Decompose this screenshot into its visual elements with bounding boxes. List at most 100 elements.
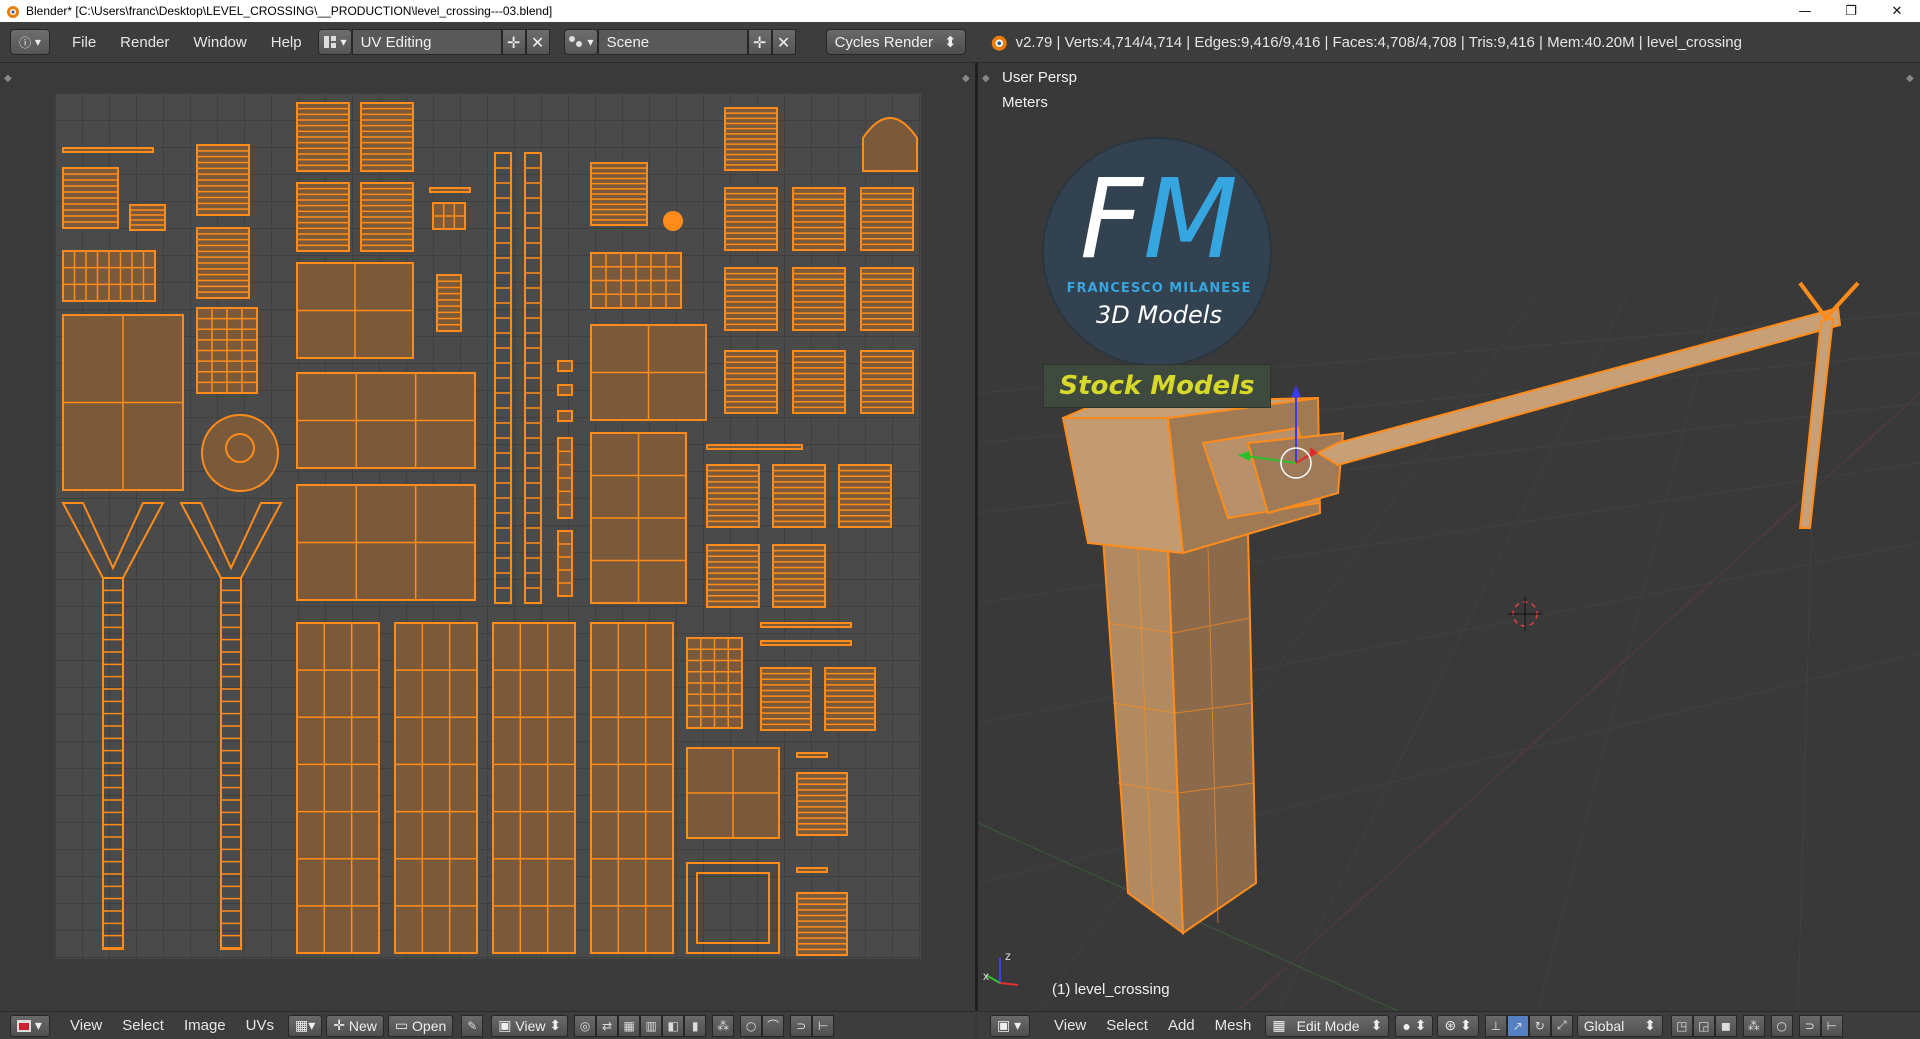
uv-menu-uvs[interactable]: UVs [236, 1017, 284, 1034]
uv-island [220, 577, 242, 949]
editor-type-uv-button[interactable]: ▾ [10, 1014, 50, 1037]
face-select-mode-icon[interactable]: ◼ [1714, 1014, 1737, 1037]
pivot-icon[interactable]: ◎ [574, 1014, 597, 1037]
uv-island [201, 414, 279, 492]
uv-island [760, 667, 812, 731]
updown-arrows-icon: ⬍ [944, 34, 957, 51]
axis-z-label: z [1005, 949, 1011, 963]
uv-canvas[interactable] [55, 93, 921, 959]
solid-shading-icon: ● [1402, 1017, 1411, 1034]
uv-island [492, 622, 576, 954]
vertex-select-mode-icon[interactable]: ◳ [1670, 1014, 1693, 1037]
rotate-manipulator-icon[interactable]: ↻ [1528, 1014, 1551, 1037]
panel-toggle-arrow-icon[interactable]: ◆ [4, 73, 12, 84]
proportional-edit-icon[interactable]: ○ [740, 1014, 763, 1037]
uv-image-editor[interactable]: ◆ ◆ [0, 63, 975, 1011]
mode-dropdown[interactable]: ▦ Edit Mode ⬍ [1265, 1014, 1390, 1037]
uv-island [696, 872, 770, 944]
render-engine-dropdown[interactable]: Cycles Render ⬍ [825, 29, 966, 55]
remove-layout-button[interactable]: ✕ [525, 29, 550, 55]
uv-island [706, 444, 803, 450]
uv-island [590, 432, 687, 604]
pin-icon[interactable]: ✎ [461, 1014, 484, 1037]
editor-type-info-button[interactable]: ⓘ ▾ [10, 29, 50, 55]
uv-island [792, 267, 846, 331]
uv-island [62, 147, 154, 153]
viewport-units: Meters [1002, 94, 1048, 111]
remove-scene-button[interactable]: ✕ [771, 29, 796, 55]
uv-islands[interactable] [55, 93, 921, 959]
uv-island [296, 262, 414, 359]
uv-island [557, 530, 573, 597]
editor-type-3d-button[interactable]: ▣ ▾ [990, 1014, 1030, 1037]
close-button[interactable]: ✕ [1874, 0, 1920, 22]
snap-icon[interactable]: ⊃ [790, 1014, 813, 1037]
viewport-shading-dropdown[interactable]: ● ⬍ [1395, 1014, 1434, 1037]
x-icon: ✕ [776, 32, 791, 52]
uv-island [838, 464, 892, 528]
barrier-arm-mesh [1315, 306, 1842, 467]
layout-name-field[interactable]: UV Editing [351, 29, 502, 55]
uv-island [796, 752, 828, 758]
scale-manipulator-icon[interactable]: ⤢ [1550, 1014, 1573, 1037]
minimize-button[interactable]: — [1782, 0, 1828, 22]
plus-icon: ✛ [752, 32, 767, 52]
open-image-button[interactable]: ▭ Open [387, 1014, 454, 1037]
uv-island [862, 117, 918, 172]
uv-island [360, 102, 414, 172]
uv-menu-image[interactable]: Image [174, 1017, 236, 1034]
panel-toggle-arrow-icon[interactable]: ◆ [962, 73, 970, 84]
uv-island [296, 102, 350, 172]
uv-menu-select[interactable]: Select [112, 1017, 174, 1034]
falloff-icon[interactable]: ⌒ [762, 1014, 785, 1037]
snap-target-icon[interactable]: ⊢ [812, 1014, 835, 1037]
uv-menu-view[interactable]: View [60, 1017, 112, 1034]
view3d-menu-select[interactable]: Select [1096, 1017, 1158, 1034]
layout-selector-button[interactable]: ▾ [317, 29, 352, 55]
menu-help[interactable]: Help [259, 29, 314, 55]
sticky-selection-icon[interactable]: ⁂ [712, 1014, 735, 1037]
uv-island [62, 167, 119, 229]
add-scene-button[interactable]: ✛ [747, 29, 772, 55]
scene-selector-button[interactable]: ▾ [563, 29, 598, 55]
panel-toggle-arrow-icon[interactable]: ◆ [1906, 73, 1914, 84]
image-browse-icon: ▦▾ [295, 1017, 316, 1033]
menu-window[interactable]: Window [181, 29, 258, 55]
view3d-menu-add[interactable]: Add [1158, 1017, 1205, 1034]
image-browse-button[interactable]: ▦▾ [288, 1014, 323, 1037]
active-object-label: (1) level_crossing [1052, 981, 1170, 998]
pivot-icon: ⊛ [1444, 1017, 1457, 1033]
restore-button[interactable]: ❐ [1828, 0, 1874, 22]
island-select-icon[interactable]: ▮ [684, 1014, 707, 1037]
window-title: Blender* [C:\Users\franc\Desktop\LEVEL_C… [26, 4, 553, 18]
limit-selection-icon[interactable]: ⁂ [1742, 1014, 1765, 1037]
face-select-icon[interactable]: ◧ [662, 1014, 685, 1037]
panel-toggle-arrow-icon[interactable]: ◆ [982, 73, 990, 84]
menu-file[interactable]: File [60, 29, 108, 55]
manipulator-toggle-icon[interactable]: ⊥ [1484, 1014, 1507, 1037]
translate-manipulator-icon[interactable]: ↗ [1506, 1014, 1529, 1037]
uv-island [296, 372, 476, 469]
vertex-select-icon[interactable]: ▦ [618, 1014, 641, 1037]
pivot-point-dropdown[interactable]: ⊛ ⬍ [1437, 1014, 1479, 1037]
plus-icon: ✛ [333, 1017, 345, 1033]
view3d-menu-view[interactable]: View [1044, 1017, 1096, 1034]
view3d-menu-mesh[interactable]: Mesh [1205, 1017, 1262, 1034]
arm-fork-mesh [1798, 281, 1860, 322]
menu-render[interactable]: Render [108, 29, 181, 55]
edge-select-icon[interactable]: ▥ [640, 1014, 663, 1037]
add-layout-button[interactable]: ✛ [501, 29, 526, 55]
3d-view-header: ▣ ▾ View Select Add Mesh ▦ Edit Mode ⬍ ● ⬍… [978, 1011, 1920, 1039]
transform-orientation-dropdown[interactable]: Global ⬍ [1576, 1014, 1663, 1037]
uv-island [686, 747, 780, 839]
info-header: ⓘ ▾ File Render Window Help ▾ UV Editing… [0, 22, 1920, 63]
proportional-edit-icon[interactable]: ○ [1770, 1014, 1793, 1037]
snap-icon[interactable]: ⊃ [1798, 1014, 1821, 1037]
sync-selection-icon[interactable]: ⇄ [596, 1014, 619, 1037]
edge-select-mode-icon[interactable]: ◲ [1692, 1014, 1715, 1037]
orientation-label: Global [1583, 1017, 1625, 1034]
uv-view-dropdown[interactable]: ▣ View ⬍ [491, 1014, 569, 1037]
scene-name-field[interactable]: Scene [597, 29, 748, 55]
snap-element-icon[interactable]: ⊢ [1820, 1014, 1843, 1037]
new-image-button[interactable]: ✛ New [326, 1014, 384, 1037]
